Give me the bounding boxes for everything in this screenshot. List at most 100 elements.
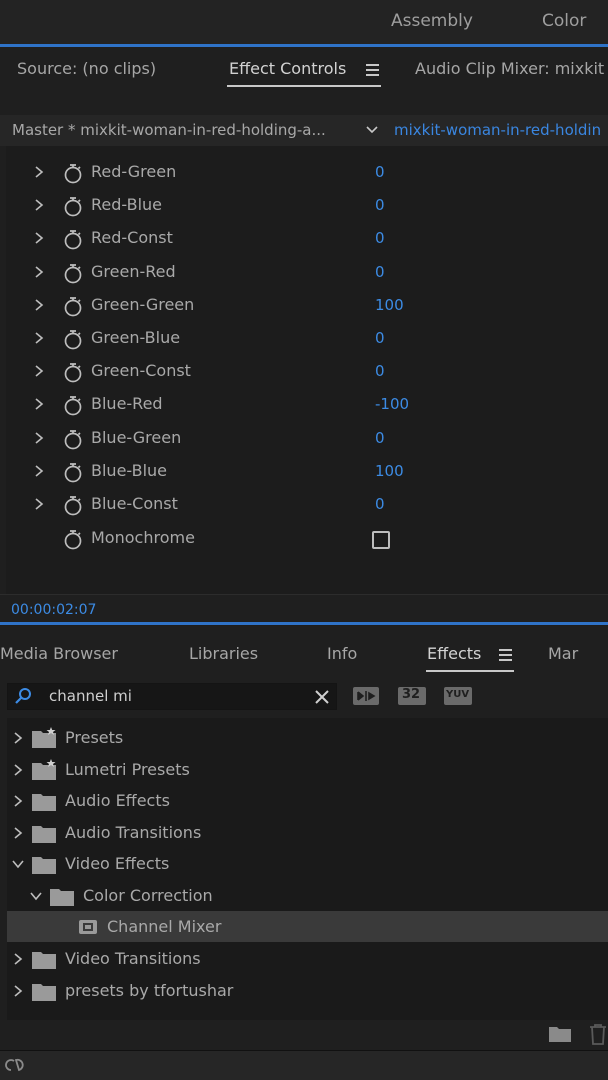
param-value[interactable]: 0: [375, 429, 385, 447]
param-value[interactable]: 0: [375, 163, 385, 181]
tree-item[interactable]: Video Transitions: [0, 944, 608, 975]
tab-audio-clip-mixer[interactable]: Audio Clip Mixer: mixkit: [415, 59, 604, 78]
chevron-right-icon[interactable]: [33, 165, 45, 179]
tree-item-label: Color Correction: [83, 886, 213, 905]
yuv-effects-button[interactable]: YUV: [444, 684, 472, 708]
active-tab-underline: [426, 670, 514, 672]
tree-item[interactable]: Channel Mixer: [0, 912, 608, 943]
param-value[interactable]: 100: [375, 296, 404, 314]
accelerated-effects-icon[interactable]: [352, 684, 380, 708]
trash-icon[interactable]: [588, 1023, 608, 1045]
tab-markers[interactable]: Mar: [548, 644, 578, 663]
param-row: Green-Red 0: [0, 258, 608, 291]
tree-item[interactable]: Video Effects: [0, 849, 608, 880]
panel-menu-icon[interactable]: [366, 64, 379, 79]
param-value[interactable]: -100: [375, 395, 409, 413]
tab-libraries[interactable]: Libraries: [189, 644, 258, 663]
tree-item[interactable]: Lumetri Presets: [0, 755, 608, 786]
tree-item[interactable]: Audio Transitions: [0, 818, 608, 849]
master-clip-label[interactable]: Master * mixkit-woman-in-red-holding-a..…: [12, 121, 326, 139]
stopwatch-icon[interactable]: [63, 461, 83, 483]
param-row: Blue-Blue 100: [0, 457, 608, 490]
stopwatch-icon[interactable]: [63, 195, 83, 217]
chevron-right-icon[interactable]: [12, 826, 24, 840]
creative-cloud-icon[interactable]: [3, 1055, 27, 1075]
param-row: Green-Blue 0: [0, 324, 608, 357]
tree-item[interactable]: Audio Effects: [0, 786, 608, 817]
param-row-monochrome: Monochrome: [0, 524, 608, 557]
chevron-right-icon[interactable]: [33, 198, 45, 212]
chevron-right-icon[interactable]: [33, 464, 45, 478]
stopwatch-icon[interactable]: [63, 428, 83, 450]
chevron-down-icon[interactable]: [30, 889, 42, 903]
folder-icon: [32, 857, 56, 875]
chevron-right-icon[interactable]: [33, 397, 45, 411]
chevron-right-icon[interactable]: [33, 298, 45, 312]
32-bit-effects-button[interactable]: 32: [398, 684, 426, 708]
close-icon[interactable]: [313, 688, 331, 706]
stopwatch-icon[interactable]: [63, 494, 83, 516]
param-value[interactable]: 100: [375, 462, 404, 480]
yuv-label: YUV: [446, 689, 470, 700]
param-value[interactable]: 0: [375, 196, 385, 214]
chevron-down-icon[interactable]: [364, 121, 380, 137]
stopwatch-icon[interactable]: [63, 528, 83, 550]
workspace-assembly[interactable]: Assembly: [391, 11, 473, 31]
monochrome-checkbox[interactable]: [372, 531, 390, 549]
param-name: Blue-Const: [91, 494, 178, 513]
tree-item-label: Video Transitions: [65, 949, 201, 969]
param-name: Blue-Red: [91, 394, 163, 414]
stopwatch-icon[interactable]: [63, 394, 83, 416]
tab-info[interactable]: Info: [327, 644, 357, 663]
chevron-right-icon[interactable]: [33, 231, 45, 245]
param-name: Green-Green: [91, 294, 195, 314]
tree-item[interactable]: Color Correction: [0, 881, 608, 912]
stopwatch-icon[interactable]: [63, 295, 83, 317]
param-value[interactable]: 0: [375, 362, 385, 380]
param-row: Blue-Green 0: [0, 424, 608, 457]
chevron-right-icon[interactable]: [12, 952, 24, 966]
status-bar: [0, 1050, 608, 1080]
active-tab-underline: [227, 85, 381, 87]
tree-item-label: Audio Transitions: [65, 822, 202, 842]
clip-name-link[interactable]: mixkit-woman-in-red-holdin: [394, 121, 601, 139]
tab-media-browser[interactable]: Media Browser: [0, 644, 118, 663]
chevron-right-icon[interactable]: [33, 331, 45, 345]
panel-menu-icon[interactable]: [499, 649, 512, 664]
search-query: channel mi: [49, 687, 132, 705]
chevron-right-icon[interactable]: [33, 364, 45, 378]
folder-icon: [32, 825, 56, 843]
chevron-down-icon[interactable]: [12, 857, 24, 871]
param-row: Red-Const 0: [0, 224, 608, 257]
chevron-right-icon[interactable]: [12, 984, 24, 998]
workspace-color[interactable]: Color: [542, 11, 586, 31]
stopwatch-icon[interactable]: [63, 361, 83, 383]
preset-folder-icon: [32, 727, 56, 748]
chevron-right-icon[interactable]: [33, 265, 45, 279]
chevron-right-icon[interactable]: [12, 794, 24, 808]
tab-effect-controls[interactable]: Effect Controls: [229, 59, 346, 78]
param-name: Red-Blue: [91, 195, 163, 215]
param-value[interactable]: 0: [375, 495, 385, 513]
param-name: Monochrome: [91, 528, 195, 547]
new-bin-icon[interactable]: [548, 1023, 572, 1043]
tab-source[interactable]: Source: (no clips): [17, 59, 156, 78]
stopwatch-icon[interactable]: [63, 262, 83, 284]
stopwatch-icon[interactable]: [63, 228, 83, 250]
tab-effects[interactable]: Effects: [427, 644, 481, 663]
timecode-display[interactable]: 00:00:02:07: [11, 602, 96, 618]
stopwatch-icon[interactable]: [63, 162, 83, 184]
chevron-right-icon[interactable]: [33, 497, 45, 511]
tree-item[interactable]: Presets: [0, 723, 608, 754]
tree-item-label: Audio Effects: [65, 791, 170, 811]
param-value[interactable]: 0: [375, 263, 385, 281]
param-value[interactable]: 0: [375, 229, 385, 247]
chevron-right-icon[interactable]: [33, 431, 45, 445]
tree-item[interactable]: presets by tfortushar: [0, 976, 608, 1007]
param-value[interactable]: 0: [375, 329, 385, 347]
stopwatch-icon[interactable]: [63, 328, 83, 350]
chevron-right-icon[interactable]: [12, 763, 24, 777]
chevron-right-icon[interactable]: [12, 731, 24, 745]
folder-icon: [32, 952, 56, 970]
param-row: Blue-Red -100: [0, 390, 608, 423]
